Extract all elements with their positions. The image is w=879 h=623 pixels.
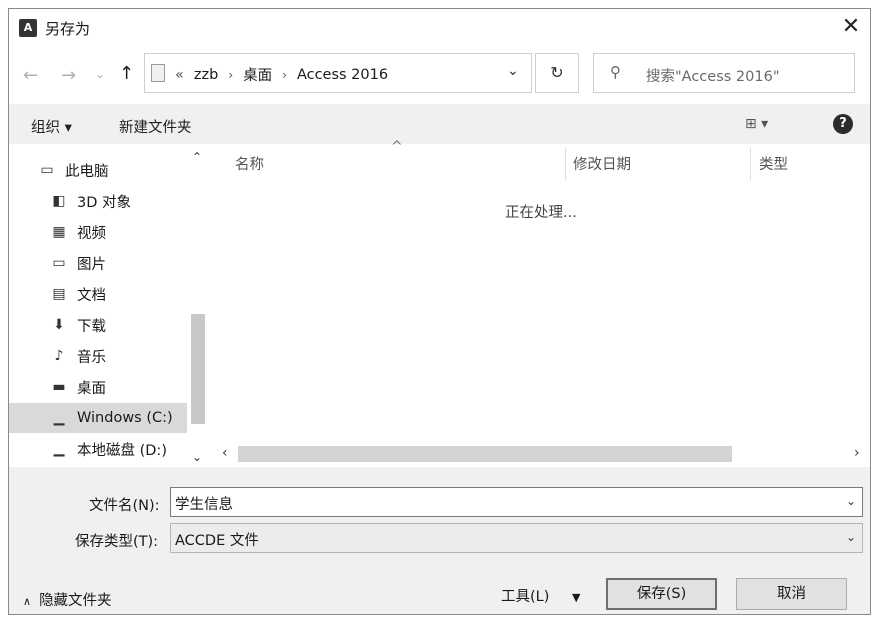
sidebar-item-windows-c[interactable]: ▁ Windows (C:) <box>9 403 187 433</box>
breadcrumb-item-desktop[interactable]: 桌面 <box>243 64 272 85</box>
chevron-up-icon: ∧ <box>23 595 32 608</box>
filename-value: 学生信息 <box>175 497 233 513</box>
sidebar-item-label: 音乐 <box>77 349 106 366</box>
search-placeholder: 搜索"Access 2016" <box>646 69 780 85</box>
breadcrumb-separator: › <box>228 67 234 82</box>
new-folder-button[interactable]: 新建文件夹 <box>119 116 192 137</box>
navigation-pane: ▭ 此电脑 ◧ 3D 对象 ▦ 视频 ▭ 图片 ▤ 文档 ⬇ 下载 ♪ 音乐 ▬ <box>9 144 209 467</box>
refresh-button[interactable]: ↻ <box>535 53 579 93</box>
scrollbar-thumb[interactable] <box>238 446 732 462</box>
recent-locations-icon[interactable]: ⌄ <box>95 67 105 81</box>
file-list-hscrollbar[interactable]: ‹ › <box>214 443 870 465</box>
document-icon: ▤ <box>52 286 66 302</box>
column-divider[interactable] <box>565 147 566 181</box>
music-icon: ♪ <box>54 348 64 364</box>
scroll-right-icon[interactable]: › <box>854 445 860 461</box>
up-folder-icon[interactable]: ↑ <box>119 63 134 84</box>
sidebar-item-label: 图片 <box>77 256 106 273</box>
view-options-icon[interactable]: ⊞ ▾ <box>745 116 768 132</box>
sidebar-item-desktop[interactable]: ▬ 桌面 <box>9 372 187 402</box>
column-divider[interactable] <box>750 147 751 181</box>
cube-icon: ◧ <box>52 193 66 209</box>
breadcrumb-separator: › <box>282 67 287 82</box>
sidebar-item-this-pc[interactable]: ▭ 此电脑 <box>9 155 187 185</box>
sidebar-item-documents[interactable]: ▤ 文档 <box>9 279 187 309</box>
organize-menu[interactable]: 组织 ▾ <box>31 116 72 137</box>
cancel-button[interactable]: 取消 <box>736 578 847 610</box>
save-as-dialog: A 另存为 ✕ ← → ⌄ ↑ « zzb › 桌面 › Access 2016… <box>8 8 871 615</box>
drive-icon: ▁ <box>53 410 65 426</box>
command-bar: 组织 ▾ 新建文件夹 ⊞ ▾ ? <box>9 104 870 144</box>
filetype-value: ACCDE 文件 <box>175 533 259 549</box>
forward-arrow-icon[interactable]: → <box>61 65 76 86</box>
sidebar-item-label: 本地磁盘 (D:) <box>77 442 167 459</box>
download-icon: ⬇ <box>53 317 65 333</box>
chevron-down-icon[interactable]: ⌄ <box>846 494 856 508</box>
search-input[interactable]: ⚲ 搜索"Access 2016" <box>593 53 855 93</box>
address-bar[interactable]: « zzb › 桌面 › Access 2016 ⌄ <box>144 53 532 93</box>
breadcrumb: « zzb › 桌面 › Access 2016 <box>175 64 388 85</box>
back-arrow-icon[interactable]: ← <box>23 65 38 86</box>
save-button[interactable]: 保存(S) <box>606 578 717 610</box>
filename-field[interactable]: 学生信息 ⌄ <box>170 487 863 517</box>
help-icon[interactable]: ? <box>833 114 853 134</box>
column-header-modified[interactable]: 修改日期 <box>573 153 631 174</box>
sidebar-item-pictures[interactable]: ▭ 图片 <box>9 248 187 278</box>
hide-folders-label: 隐藏文件夹 <box>39 593 112 609</box>
filetype-label: 保存类型(T): <box>75 534 159 550</box>
loading-status: 正在处理... <box>505 205 577 221</box>
sidebar-scrollbar[interactable]: ⌃ ⌄ <box>188 144 208 467</box>
sort-ascending-icon: ^ <box>391 139 403 155</box>
access-icon: A <box>19 19 37 37</box>
close-button[interactable]: ✕ <box>835 13 867 41</box>
caret-down-icon: ▼ <box>572 591 581 604</box>
tools-menu[interactable]: 工具(L) ▼ <box>501 585 580 606</box>
sidebar-item-label: 此电脑 <box>65 163 109 180</box>
scroll-down-icon[interactable]: ⌄ <box>192 450 202 464</box>
sidebar-item-downloads[interactable]: ⬇ 下载 <box>9 310 187 340</box>
sidebar-item-videos[interactable]: ▦ 视频 <box>9 217 187 247</box>
chevron-down-icon[interactable]: ⌄ <box>507 63 519 79</box>
sidebar-item-label: 下载 <box>77 318 106 335</box>
film-icon: ▦ <box>52 224 66 240</box>
sidebar-item-label: Windows (C:) <box>77 410 173 426</box>
search-icon: ⚲ <box>610 63 621 81</box>
sidebar-item-music[interactable]: ♪ 音乐 <box>9 341 187 371</box>
dialog-title: 另存为 <box>45 20 91 38</box>
sidebar-item-3d-objects[interactable]: ◧ 3D 对象 <box>9 186 187 216</box>
filename-label: 文件名(N): <box>89 498 160 514</box>
column-header-name[interactable]: 名称 <box>235 153 264 174</box>
computer-icon: ▭ <box>40 162 54 178</box>
breadcrumb-item-access-2016[interactable]: Access 2016 <box>297 67 388 83</box>
drive-icon: ▁ <box>53 441 65 457</box>
picture-icon: ▭ <box>52 255 66 271</box>
tools-label: 工具(L) <box>501 589 550 605</box>
scroll-up-icon[interactable]: ⌃ <box>192 150 202 164</box>
save-options-panel: 文件名(N): 学生信息 ⌄ 保存类型(T): ACCDE 文件 ⌄ ∧ 隐藏文件… <box>9 467 870 614</box>
breadcrumb-item-zzb[interactable]: zzb <box>194 67 218 83</box>
location-icon <box>151 64 165 82</box>
sidebar-item-label: 3D 对象 <box>77 194 131 211</box>
sidebar-item-label: 文档 <box>77 287 106 304</box>
column-header-type[interactable]: 类型 <box>759 153 788 174</box>
scrollbar-thumb[interactable] <box>191 314 205 424</box>
breadcrumb-overflow[interactable]: « <box>175 67 184 83</box>
desktop-icon: ▬ <box>52 379 66 395</box>
scroll-left-icon[interactable]: ‹ <box>222 445 228 461</box>
sidebar-item-label: 桌面 <box>77 380 106 397</box>
filetype-select[interactable]: ACCDE 文件 ⌄ <box>170 523 863 553</box>
sidebar-item-local-disk-d[interactable]: ▁ 本地磁盘 (D:) <box>9 434 187 464</box>
hide-folders-toggle[interactable]: ∧ 隐藏文件夹 <box>23 589 112 610</box>
chevron-down-icon[interactable]: ⌄ <box>846 530 856 544</box>
sidebar-item-label: 视频 <box>77 225 106 242</box>
